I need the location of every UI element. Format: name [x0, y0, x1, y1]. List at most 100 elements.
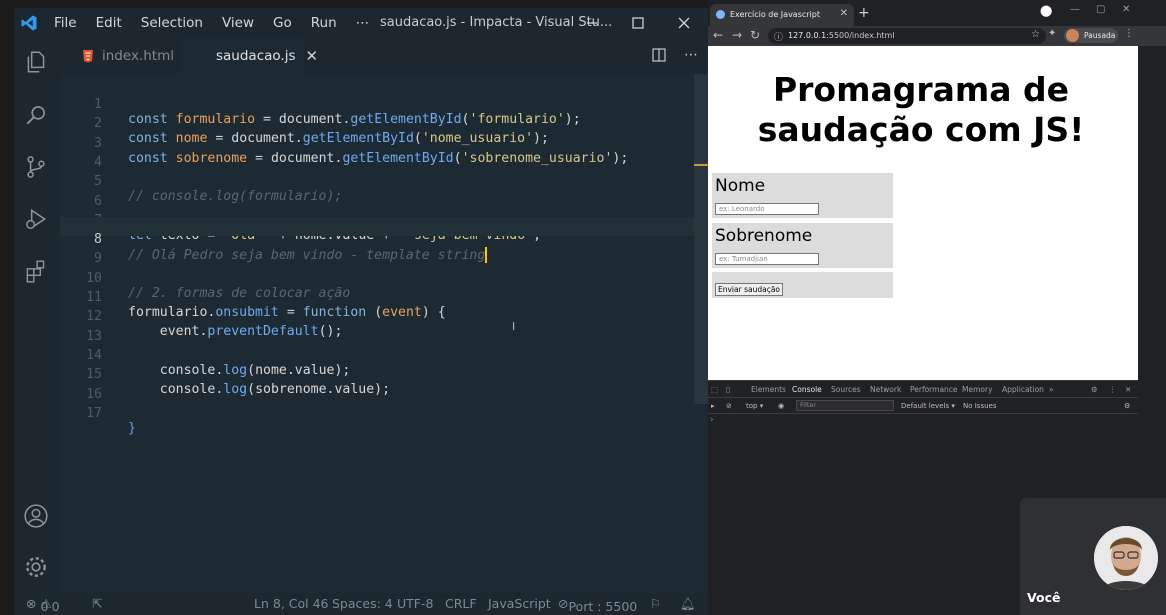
browser-menu-icon[interactable]: ⋮ [1124, 28, 1134, 39]
settings-gear-icon[interactable] [23, 554, 49, 580]
split-editor-icon[interactable] [651, 48, 666, 62]
device-toolbar-icon[interactable]: ▯ [726, 385, 730, 394]
cursor-position[interactable]: Ln 8, Col 46 [254, 596, 329, 611]
site-info-icon[interactable]: ⓘ [774, 30, 783, 43]
extensions-icon[interactable] [23, 258, 49, 284]
live-server-port[interactable]: ⊘ Port : 5500 [558, 596, 637, 614]
devtools-tab-memory[interactable]: Memory [962, 385, 993, 394]
tab-index-html[interactable]: index.html [70, 38, 182, 74]
more-actions-icon[interactable]: ⋯ [684, 47, 698, 63]
tab-close-icon[interactable]: ✕ [306, 47, 319, 65]
browser-minimize-icon[interactable]: — [1070, 4, 1080, 15]
console-toolbar: ▸ ⊘ top ▾ ◉ Filter Default levels ▾ No I… [708, 398, 1138, 414]
indentation[interactable]: Spaces: 4 [332, 596, 393, 611]
devtools-tab-application[interactable]: Application [1002, 385, 1044, 394]
tab-close-icon[interactable]: ✕ [840, 8, 848, 19]
code-line[interactable]: 15 console.log(sobrenome.value); [60, 352, 708, 397]
reload-icon[interactable]: ↻ [750, 28, 760, 42]
vscode-logo-icon [21, 15, 37, 31]
console-prompt[interactable]: › [710, 415, 714, 425]
forward-arrow-icon[interactable]: → [732, 28, 742, 42]
run-debug-icon[interactable] [23, 206, 49, 232]
encoding[interactable]: UTF-8 [397, 596, 433, 611]
url-field[interactable]: ⓘ 127.0.0.1:5500/index.html ☆ [768, 28, 1046, 44]
problems-indicator[interactable]: ⊗ 0 ⚠ 0 [26, 596, 60, 614]
language-mode[interactable]: JavaScript [488, 596, 551, 611]
back-arrow-icon[interactable]: ← [713, 28, 723, 42]
menu-view[interactable]: View [222, 15, 254, 31]
tab-label: saudacao.js [216, 48, 296, 64]
code-line[interactable]: 14 console.log(nome.value); [60, 333, 708, 378]
browser-tab-active[interactable]: Exercício de Javascript ✕ [710, 4, 854, 26]
menu-file[interactable]: File [54, 15, 77, 31]
context-selector[interactable]: top ▾ [746, 402, 763, 410]
code-line[interactable]: 1 const formulario = document.getElement… [60, 82, 708, 127]
code-line-active[interactable]: 8 // Olá Pedro seja bem vindo - template… [60, 217, 708, 264]
devtools-tab-sources[interactable]: Sources [831, 385, 861, 394]
warning-count: 0 [51, 599, 60, 614]
browser-close-icon[interactable]: ✕ [1122, 4, 1130, 15]
code-line[interactable]: 13 [60, 314, 708, 344]
code-line[interactable]: 10 // 2. formas de colocar ação [60, 256, 708, 301]
surname-input[interactable]: ex: Tumadjian [715, 253, 819, 265]
close-icon[interactable] [674, 13, 694, 33]
html5-icon [83, 49, 93, 62]
code-line[interactable]: 7 let texto = "Olá " + nome.value + " se… [60, 198, 708, 243]
code-line[interactable]: 3 const sobrenome = document.getElementB… [60, 121, 708, 166]
notifications-bell-icon[interactable]: 🔔︎ [680, 596, 696, 612]
code-line[interactable]: 6 [60, 179, 708, 209]
profile-label: Pausada [1084, 31, 1116, 40]
code-line[interactable]: 16 [60, 372, 708, 402]
code-line[interactable]: 2 const nome = document.getElementById('… [60, 101, 708, 146]
devtools-tab-console[interactable]: Console [792, 385, 822, 394]
source-control-icon[interactable] [23, 154, 49, 180]
submit-button[interactable]: Enviar saudação [715, 283, 783, 296]
code-line[interactable]: 11 formulario.onsubmit = function (event… [60, 275, 708, 320]
maximize-icon[interactable] [628, 13, 648, 33]
line-number: 17 [86, 405, 102, 421]
devtools-tab-elements[interactable]: Elements [751, 385, 786, 394]
console-filter-input[interactable]: Filter [796, 400, 894, 411]
code-line[interactable]: 17 } [60, 391, 708, 436]
extensions-puzzle-icon[interactable]: ✦ [1048, 28, 1056, 39]
menu-go[interactable]: Go [273, 15, 292, 31]
eye-icon[interactable]: ◉ [778, 402, 784, 410]
devtools-menu-icon[interactable]: ⋮ [1109, 385, 1117, 394]
new-tab-plus-icon[interactable]: + [858, 5, 870, 21]
log-levels-dropdown[interactable]: Default levels ▾ [901, 402, 955, 410]
clear-console-icon[interactable]: ⊘ [726, 402, 732, 410]
scroll-position-marker [694, 164, 708, 166]
code-line[interactable]: 12 event.preventDefault(); [60, 294, 708, 339]
sidebar-toggle-icon[interactable]: ▸ [711, 402, 715, 410]
console-settings-gear-icon[interactable]: ⚙ [1124, 402, 1130, 410]
line-ending[interactable]: CRLF [445, 596, 477, 611]
explorer-icon[interactable] [23, 49, 49, 75]
issues-badge[interactable]: No Issues [963, 402, 997, 410]
devtools-settings-gear-icon[interactable]: ⚙ [1091, 385, 1098, 394]
menu-edit[interactable]: Edit [96, 15, 122, 31]
tab-saudacao-js[interactable]: JS saudacao.js ✕ [182, 38, 318, 74]
bookmark-star-icon[interactable]: ☆ [1031, 29, 1040, 40]
devtools-close-icon[interactable]: ✕ [1125, 385, 1131, 394]
devtools-more-tabs[interactable]: » [1049, 385, 1054, 394]
code-line[interactable]: 4 [60, 140, 708, 170]
minimize-icon[interactable] [582, 13, 602, 33]
editor-scrollbar[interactable] [694, 74, 708, 404]
feedback-icon[interactable]: ⚐ [650, 596, 661, 611]
menu-more[interactable]: ⋯ [356, 15, 371, 31]
profile-chip[interactable]: Pausada [1064, 28, 1118, 43]
browser-maximize-icon[interactable]: ▢ [1096, 4, 1105, 15]
account-icon[interactable] [23, 503, 49, 529]
devtools-tab-network[interactable]: Network [870, 385, 901, 394]
devtools-tab-performance[interactable]: Performance [910, 385, 958, 394]
code-line[interactable]: 9 [60, 236, 708, 266]
menu-run[interactable]: Run [311, 15, 337, 31]
code-editor[interactable]: 1 const formulario = document.getElement… [60, 74, 708, 593]
search-icon[interactable] [23, 102, 49, 128]
live-share-icon[interactable]: ⇱ [92, 596, 102, 611]
name-input[interactable]: ex: Leonardo [715, 203, 819, 215]
code-line[interactable]: 5 // console.log(formulario); [60, 159, 708, 204]
globe-icon [716, 10, 725, 19]
menu-selection[interactable]: Selection [141, 15, 203, 31]
inspect-element-icon[interactable]: ⬚ [711, 385, 718, 394]
